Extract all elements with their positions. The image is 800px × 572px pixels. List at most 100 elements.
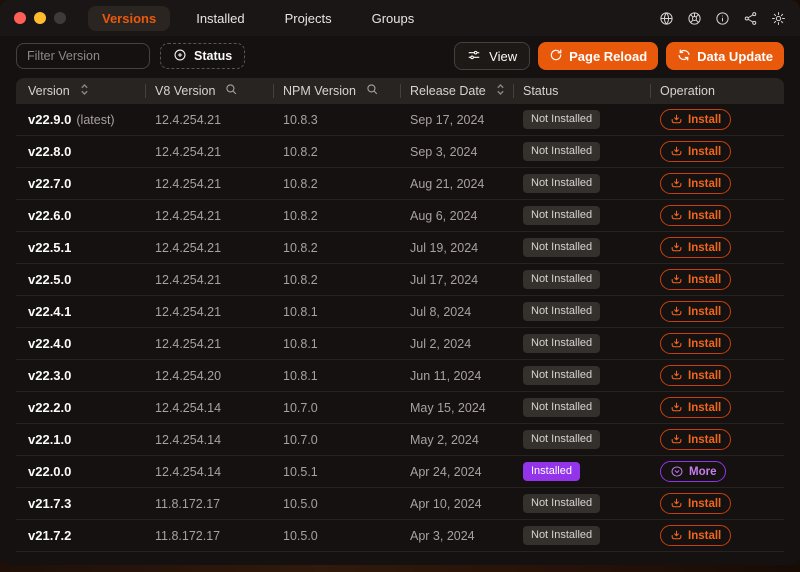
npm-version-cell: 10.8.2 xyxy=(283,272,318,287)
sliders-icon xyxy=(467,48,481,65)
download-icon xyxy=(670,241,683,254)
status-cell: Not Installed xyxy=(513,334,650,353)
operation-button[interactable]: Install xyxy=(660,365,732,386)
status-cell: Not Installed xyxy=(513,302,650,321)
sort-icon[interactable] xyxy=(80,83,89,99)
view-label: View xyxy=(489,48,518,64)
version-cell: v22.9.0 (latest) xyxy=(28,112,115,127)
operation-button[interactable]: More xyxy=(660,461,727,482)
sort-icon[interactable] xyxy=(496,83,505,99)
column-label: Release Date xyxy=(410,84,486,98)
status-cell: Installed xyxy=(513,462,650,481)
filter-version-input[interactable] xyxy=(16,43,150,69)
sync-icon xyxy=(677,48,691,65)
v8-version-cell: 12.4.254.21 xyxy=(155,208,222,223)
operation-button[interactable]: Install xyxy=(660,333,732,354)
tab-groups[interactable]: Groups xyxy=(358,6,429,31)
table-row: v22.1.0 12.4.254.14 10.7.0 May 2, 2024 N… xyxy=(16,424,784,456)
download-icon xyxy=(670,273,683,286)
v8-version-cell: 12.4.254.21 xyxy=(155,304,222,319)
tab-projects[interactable]: Projects xyxy=(271,6,346,31)
npm-version-cell: 10.8.1 xyxy=(283,368,318,383)
settings-gear-icon[interactable] xyxy=(771,11,786,26)
version-cell: v22.3.0 xyxy=(28,368,72,383)
table-body: v22.9.0 (latest) 12.4.254.21 10.8.3 Sep 1… xyxy=(16,104,784,552)
status-cell: Not Installed xyxy=(513,174,650,193)
status-cell: Not Installed xyxy=(513,206,650,225)
tab-versions[interactable]: Versions xyxy=(88,5,171,31)
status-badge: Not Installed xyxy=(523,142,601,161)
version-cell: v22.4.0 xyxy=(28,336,72,351)
data-update-button[interactable]: Data Update xyxy=(666,42,784,70)
release-date-cell: Jul 19, 2024 xyxy=(410,240,479,255)
status-cell: Not Installed xyxy=(513,270,650,289)
operation-cell: Install xyxy=(650,269,784,290)
status-badge: Not Installed xyxy=(523,430,601,449)
page-reload-button[interactable]: Page Reload xyxy=(538,42,659,70)
release-date-cell: Aug 6, 2024 xyxy=(410,208,478,223)
column-header-v8-version[interactable]: V8 Version xyxy=(145,78,273,104)
table-row: v22.7.0 12.4.254.21 10.8.2 Aug 21, 2024 … xyxy=(16,168,784,200)
toolbar: Status View Page Reload Data Update xyxy=(0,36,800,78)
version-cell: v22.2.0 xyxy=(28,400,72,415)
npm-version-cell: 10.5.1 xyxy=(283,464,318,479)
download-icon xyxy=(670,305,683,318)
release-date-cell: May 2, 2024 xyxy=(410,432,479,447)
operation-button[interactable]: Install xyxy=(660,397,732,418)
release-date-cell: Apr 10, 2024 xyxy=(410,496,482,511)
search-icon[interactable] xyxy=(366,83,379,99)
globe-icon[interactable] xyxy=(659,11,674,26)
table-row: v22.4.0 12.4.254.21 10.8.1 Jul 2, 2024 N… xyxy=(16,328,784,360)
column-label: Status xyxy=(523,84,559,98)
close-button[interactable] xyxy=(14,12,26,24)
operation-button-label: Install xyxy=(688,177,722,190)
color-wheel-icon[interactable] xyxy=(687,11,702,26)
status-cell: Not Installed xyxy=(513,142,650,161)
operation-button-label: Install xyxy=(688,369,722,382)
view-button[interactable]: View xyxy=(454,42,531,70)
search-icon[interactable] xyxy=(225,83,238,99)
operation-button[interactable]: Install xyxy=(660,429,732,450)
status-badge: Not Installed xyxy=(523,398,601,417)
status-badge: Not Installed xyxy=(523,206,601,225)
version-cell: v21.7.2 xyxy=(28,528,72,543)
release-date-cell: Jun 11, 2024 xyxy=(410,368,482,383)
operation-button[interactable]: Install xyxy=(660,109,732,130)
operation-button-label: Install xyxy=(688,273,722,286)
operation-button[interactable]: Install xyxy=(660,301,732,322)
operation-button[interactable]: Install xyxy=(660,237,732,258)
status-cell: Not Installed xyxy=(513,366,650,385)
column-header-release-date[interactable]: Release Date xyxy=(400,78,513,104)
column-header-version[interactable]: Version xyxy=(16,78,145,104)
operation-button[interactable]: Install xyxy=(660,493,732,514)
tab-installed[interactable]: Installed xyxy=(182,6,258,31)
status-cell: Not Installed xyxy=(513,398,650,417)
status-filter-button[interactable]: Status xyxy=(160,43,246,69)
version-cell: v22.8.0 xyxy=(28,144,72,159)
operation-button-label: Install xyxy=(688,209,722,222)
table-header: Version V8 Version NPM Version Release D… xyxy=(16,78,784,104)
minimize-button[interactable] xyxy=(34,12,46,24)
operation-cell: Install xyxy=(650,237,784,258)
operation-button[interactable]: Install xyxy=(660,141,732,162)
operation-button[interactable]: Install xyxy=(660,269,732,290)
operation-cell: Install xyxy=(650,525,784,546)
status-badge: Not Installed xyxy=(523,174,601,193)
zoom-button[interactable] xyxy=(54,12,66,24)
npm-version-cell: 10.7.0 xyxy=(283,432,318,447)
operation-button[interactable]: Install xyxy=(660,205,732,226)
info-icon[interactable] xyxy=(715,11,730,26)
operation-button[interactable]: Install xyxy=(660,525,732,546)
release-date-cell: Apr 24, 2024 xyxy=(410,464,482,479)
column-header-npm-version[interactable]: NPM Version xyxy=(273,78,400,104)
share-icon[interactable] xyxy=(743,11,758,26)
status-badge: Not Installed xyxy=(523,334,601,353)
versions-table: Version V8 Version NPM Version Release D… xyxy=(16,78,784,552)
operation-button-label: Install xyxy=(688,529,722,542)
table-row: v22.8.0 12.4.254.21 10.8.2 Sep 3, 2024 N… xyxy=(16,136,784,168)
v8-version-cell: 11.8.172.17 xyxy=(155,528,221,543)
app-window: Versions Installed Projects Groups Filte… xyxy=(0,0,800,565)
operation-cell: Install xyxy=(650,429,784,450)
version-tag: (latest) xyxy=(76,113,115,127)
operation-button[interactable]: Install xyxy=(660,173,732,194)
